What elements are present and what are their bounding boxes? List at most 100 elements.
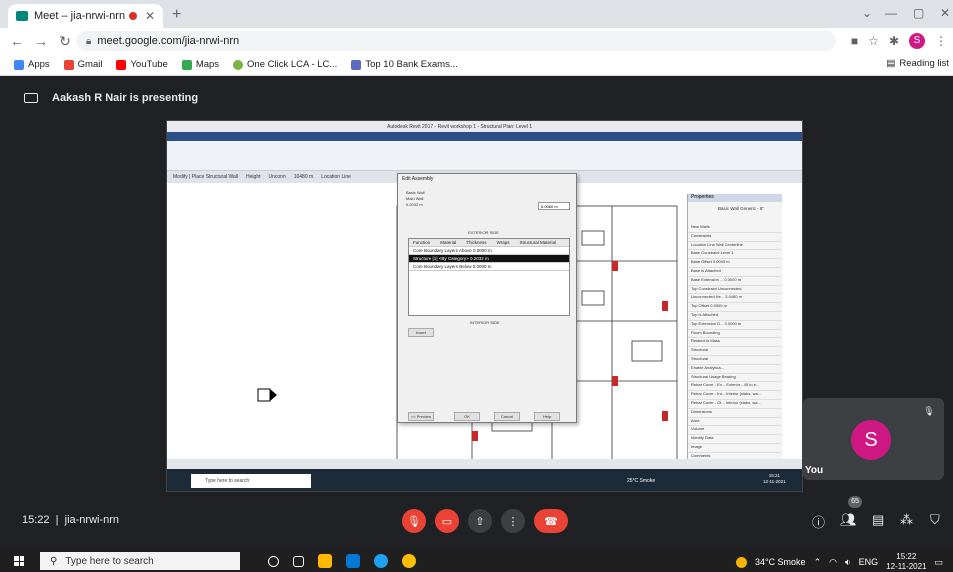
property-row[interactable]: Location Line Wall Centerline — [688, 242, 782, 251]
table-row-selected[interactable]: Structure [1] <By Category> 0.2032 m — [409, 255, 569, 263]
type-selector[interactable]: Basic Wall Generic - 8" — [688, 202, 782, 224]
camera-toggle-button[interactable]: ▭ — [435, 509, 459, 533]
property-row[interactable]: Identity Data — [688, 435, 782, 444]
cortana-icon[interactable] — [268, 555, 279, 567]
chevron-up-icon[interactable]: ⌃ — [814, 557, 822, 568]
property-row[interactable]: Room Bounding — [688, 330, 782, 339]
task-view-icon[interactable] — [293, 555, 304, 567]
property-row[interactable]: Structural — [688, 347, 782, 356]
volume-icon[interactable]: 🔉︎ — [845, 557, 851, 568]
bookmark-youtube[interactable]: YouTube — [116, 59, 168, 70]
preview-button[interactable]: << Preview — [408, 412, 434, 421]
property-row[interactable]: Enable Analytica... — [688, 365, 782, 374]
chevron-down-icon[interactable]: ⌄ — [862, 6, 872, 20]
property-row[interactable]: Rebar Cover - Ot... Interior (slabs, wa.… — [688, 400, 782, 409]
properties-palette: Properties Basic Wall Generic - 8" New W… — [687, 194, 782, 471]
people-icon[interactable]: 👥︎ — [840, 512, 857, 528]
bookmark-apps[interactable]: Apps — [14, 59, 50, 70]
reload-button[interactable]: ↻ — [58, 33, 72, 50]
property-row[interactable]: Related to Mass — [688, 338, 782, 348]
language-indicator[interactable]: ENG — [859, 557, 879, 567]
property-row[interactable]: Base Constraint Level 1 — [688, 250, 782, 260]
toolbar-actions: ■ ☆ ✱ S ⋮ — [851, 33, 947, 49]
property-row[interactable]: New Walls — [688, 224, 782, 233]
ok-button[interactable]: OK — [454, 412, 480, 421]
more-options-button[interactable]: ⋮ — [501, 509, 525, 533]
property-row[interactable]: Image — [688, 444, 782, 453]
property-row[interactable]: Constraints — [688, 233, 782, 242]
property-row[interactable]: Top is Attached — [688, 312, 782, 321]
bookmark-one-click-lca[interactable]: One Click LCA - LC... — [233, 59, 337, 70]
property-row[interactable]: Structural Usage Bearing — [688, 374, 782, 383]
new-tab-button[interactable]: + — [172, 6, 181, 24]
property-row[interactable]: Top Offset 0.0000 m — [688, 303, 782, 312]
bookmark-star-icon[interactable]: ☆ — [868, 34, 879, 48]
recording-indicator-icon — [128, 12, 137, 20]
self-video-tile[interactable]: 🎙︎ S You — [803, 398, 944, 480]
help-button[interactable]: Help — [534, 412, 560, 421]
property-row[interactable]: Unconnected He... 3.0480 m — [688, 294, 782, 304]
host-controls-icon[interactable]: ⛉ — [930, 512, 940, 528]
mic-toggle-button[interactable]: 🎙︎ — [402, 509, 426, 533]
options-label: Location Line — [321, 174, 351, 180]
close-tab-icon[interactable]: ✕ — [145, 9, 155, 23]
close-window-button[interactable]: ✕ — [940, 6, 950, 20]
notifications-icon[interactable]: ▭ — [934, 557, 943, 568]
property-row[interactable]: Area — [688, 418, 782, 427]
properties-list: New Walls Constraints Location Line Wall C… — [688, 224, 782, 471]
bookmark-gmail[interactable]: Gmail — [63, 59, 102, 70]
revit-menu-tabs — [167, 132, 802, 141]
layers-table[interactable]: Function Material Thickness Wraps Struct… — [408, 238, 570, 316]
youtube-icon — [116, 59, 127, 70]
property-row[interactable]: Base Offset 0.0000 m — [688, 259, 782, 268]
present-now-button[interactable]: ⇧ — [468, 509, 492, 533]
table-row[interactable]: Core Boundary Layers Above 0.0000 m — [409, 247, 569, 255]
taskbar-search-box[interactable]: ⚲ Type here to search — [40, 552, 240, 570]
cancel-button[interactable]: Cancel — [494, 412, 520, 421]
bookmark-label: Top 10 Bank Exams... — [365, 59, 458, 70]
back-button[interactable]: ← — [10, 33, 24, 49]
extensions-icon[interactable]: ✱ — [889, 34, 899, 48]
maximize-button[interactable]: ▢ — [913, 6, 924, 20]
insert-button[interactable]: Insert — [408, 328, 434, 337]
leave-call-button[interactable]: ☎ — [534, 509, 568, 533]
property-row[interactable]: Rebar Cover - Ex... Exterior - 40 to e..… — [688, 382, 782, 392]
mic-muted-icon: 🎙︎ — [923, 406, 935, 416]
weather-text[interactable]: 34°C Smoke — [755, 557, 806, 567]
camera-in-use-icon[interactable]: ■ — [851, 34, 858, 48]
column-header: Thickness — [466, 240, 487, 245]
site-favicon-icon — [351, 59, 362, 70]
menu-kebab-icon[interactable]: ⋮ — [935, 34, 947, 48]
windows-taskbar: ⚲ Type here to search 34°C Smoke ⌃ ◠ 🔉︎ … — [0, 550, 953, 572]
sample-height-field[interactable]: 6.0960 m — [538, 202, 570, 210]
bookmark-bank-exams[interactable]: Top 10 Bank Exams... — [351, 59, 458, 70]
system-tray: 34°C Smoke ⌃ ◠ 🔉︎ ENG 15:22 12-11-2021 ▭ — [735, 552, 943, 572]
reading-list-button[interactable]: ▤ Reading list — [886, 58, 949, 69]
browser-tab[interactable]: Meet – jia-nrwi-nrn ✕ — [8, 4, 163, 28]
property-row[interactable]: Rebar Cover - Int... Interior (slabs, wa… — [688, 391, 782, 400]
bookmark-maps[interactable]: Maps — [181, 59, 219, 70]
mail-icon[interactable] — [346, 554, 360, 568]
minimize-button[interactable]: — — [885, 6, 897, 20]
apps-grid-icon — [14, 59, 24, 70]
activities-icon[interactable]: ⁂ — [900, 512, 913, 528]
property-row[interactable]: Structural — [688, 356, 782, 365]
wifi-icon[interactable]: ◠ — [829, 557, 837, 568]
taskbar-clock[interactable]: 15:22 12-11-2021 — [886, 552, 926, 572]
property-row[interactable]: Dimensions — [688, 409, 782, 418]
chat-icon[interactable]: ▤ — [872, 512, 884, 528]
property-row[interactable]: Base is Attached — [688, 268, 782, 277]
forward-button[interactable]: → — [34, 33, 48, 49]
property-row[interactable]: Top Extension D... 0.0000 m — [688, 321, 782, 330]
edge-icon[interactable] — [374, 554, 388, 568]
file-explorer-icon[interactable] — [318, 554, 332, 568]
chrome-icon[interactable] — [402, 554, 416, 568]
windows-start-icon[interactable] — [14, 556, 24, 566]
table-row[interactable]: Core Boundary Layers Below 0.0000 m — [409, 263, 569, 271]
property-row[interactable]: Top Constraint Unconnected — [688, 286, 782, 295]
property-row[interactable]: Volume — [688, 426, 782, 436]
meeting-info-icon[interactable]: ⓘ — [812, 512, 825, 531]
address-bar[interactable]: 🔒︎ meet.google.com/jia-nrwi-nrn — [76, 31, 836, 51]
property-row[interactable]: Base Extension ... 0.0000 m — [688, 277, 782, 286]
profile-avatar[interactable]: S — [909, 33, 925, 49]
